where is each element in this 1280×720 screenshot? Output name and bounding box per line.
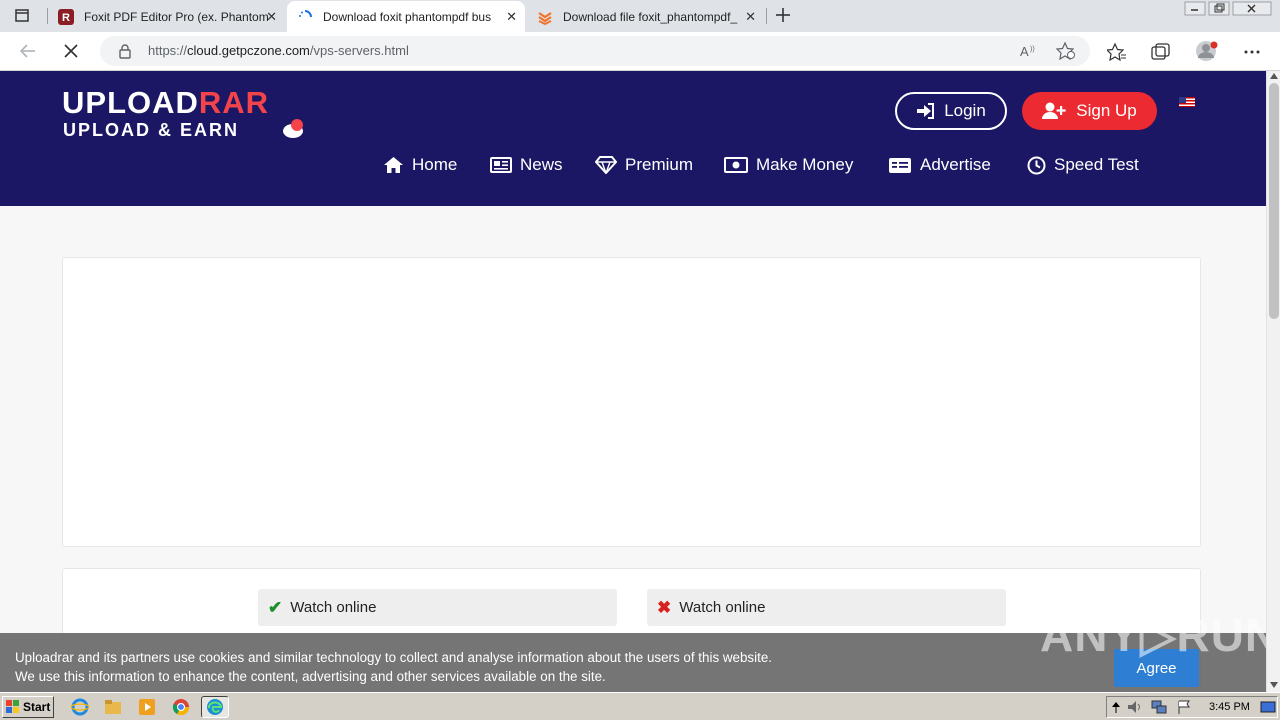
avatar-icon <box>1196 41 1218 61</box>
new-tab-button[interactable] <box>773 5 793 30</box>
home-icon <box>384 157 403 173</box>
nav-item-home[interactable]: Home <box>383 153 457 177</box>
taskbar-clock: 3:45 PM <box>1209 701 1250 713</box>
page-viewport: UPLOADRAR UPLOAD & EARN Login Sign Up Ho… <box>0 71 1266 692</box>
loading-icon <box>299 9 312 17</box>
browser-tab-bar: R Foxit PDF Editor Pro (ex. Phantom ✕ Do… <box>0 0 1280 32</box>
close-icon <box>1232 1 1272 16</box>
lock-icon <box>119 44 131 59</box>
newspaper-icon <box>490 157 512 173</box>
sign-in-icon <box>917 103 935 119</box>
taskbar: Start 3:45 PM <box>0 692 1280 720</box>
site-header: UPLOADRAR UPLOAD & EARN Login Sign Up Ho… <box>0 71 1266 206</box>
tab-title: Foxit PDF Editor Pro (ex. Phantom <box>84 9 269 24</box>
system-tray: 3:45 PM <box>1106 696 1278 718</box>
stack-icon <box>538 11 552 25</box>
logo-tagline: UPLOAD & EARN <box>63 120 240 140</box>
more-options-icon[interactable] <box>1243 49 1261 55</box>
ad-card-icon <box>889 157 911 173</box>
watch-online-unavailable[interactable]: ✖ Watch online <box>647 589 1006 626</box>
tab-actions-icon <box>15 9 29 22</box>
stop-loading-button[interactable] <box>62 42 80 65</box>
tab-download-file[interactable]: Download file foxit_phantompdf_ ✕ <box>527 1 764 32</box>
svg-text:R: R <box>62 12 70 24</box>
login-label: Login <box>944 101 986 120</box>
ie-icon[interactable] <box>70 698 90 716</box>
flag-icon[interactable] <box>1177 700 1191 714</box>
tab-close-icon[interactable]: ✕ <box>506 9 517 25</box>
foxit-icon: R <box>58 8 74 25</box>
watch-online-available[interactable]: ✔ Watch online <box>258 589 617 626</box>
cloud-badge-icon <box>283 119 303 138</box>
cookie-text: Uploadrar and its partners use cookies a… <box>15 650 772 684</box>
add-favorite-icon[interactable] <box>1056 42 1076 60</box>
tray-expand-icon[interactable] <box>1112 701 1120 713</box>
minimize-icon <box>1184 1 1206 16</box>
explorer-icon[interactable] <box>104 698 122 716</box>
nav-item-speed-test[interactable]: Speed Test <box>1027 153 1139 177</box>
profile-button[interactable] <box>1195 40 1219 67</box>
nav-item-make-money[interactable]: Make Money <box>724 153 853 177</box>
page-scrollbar[interactable] <box>1266 71 1280 692</box>
money-icon <box>724 157 748 173</box>
nav-item-premium[interactable]: Premium <box>595 153 693 177</box>
close-window-button[interactable] <box>1232 1 1272 22</box>
scroll-thumb[interactable] <box>1269 83 1279 319</box>
user-plus-icon <box>1042 102 1066 119</box>
start-button[interactable]: Start <box>2 696 54 718</box>
diamond-icon <box>595 156 617 174</box>
tab-title: Download file foxit_phantompdf_ <box>563 9 738 24</box>
stop-icon <box>64 44 78 58</box>
tab-close-icon[interactable]: ✕ <box>745 9 756 25</box>
windows-logo-icon <box>6 700 19 713</box>
address-bar: https://cloud.getpczone.com/vps-servers.… <box>0 32 1280 71</box>
edge-icon <box>207 699 223 715</box>
tab-download-foxit[interactable]: Download foxit phantompdf bus ✕ <box>287 1 525 32</box>
collections-icon[interactable] <box>1151 43 1171 61</box>
login-button[interactable]: Login <box>895 92 1007 130</box>
back-button[interactable] <box>18 42 38 65</box>
restore-icon <box>1208 1 1230 16</box>
url-text: https://cloud.getpczone.com/vps-servers.… <box>148 43 409 58</box>
restore-button[interactable] <box>1208 1 1230 22</box>
site-logo[interactable]: UPLOADRAR <box>62 85 269 121</box>
anyrun-watermark: ANY▷RUN <box>1040 609 1266 661</box>
volume-icon[interactable] <box>1127 700 1143 714</box>
network-icon[interactable] <box>1151 700 1167 714</box>
clock-icon <box>1027 156 1046 174</box>
plus-icon <box>776 8 790 22</box>
tab-close-icon[interactable]: ✕ <box>266 9 277 25</box>
ad-placeholder-card <box>62 257 1201 547</box>
watch-online-label: Watch online <box>679 599 766 616</box>
watch-online-label: Watch online <box>290 599 377 616</box>
nav-item-advertise[interactable]: Advertise <box>888 153 991 177</box>
url-field[interactable]: https://cloud.getpczone.com/vps-servers.… <box>100 36 1090 66</box>
scroll-down-icon[interactable] <box>1270 682 1278 688</box>
edge-taskbar-button[interactable] <box>201 696 229 718</box>
notification-icon[interactable] <box>1260 700 1276 714</box>
us-flag-icon[interactable] <box>1179 97 1195 107</box>
nav-item-news[interactable]: News <box>490 153 563 177</box>
read-aloud-icon[interactable]: A)) <box>1020 43 1038 59</box>
tab-title: Download foxit phantompdf bus <box>323 9 492 24</box>
check-icon: ✔ <box>268 597 283 617</box>
scroll-up-icon[interactable] <box>1270 73 1278 79</box>
signup-label: Sign Up <box>1076 101 1137 120</box>
signup-button[interactable]: Sign Up <box>1022 92 1157 130</box>
svg-text:A: A <box>1020 44 1029 59</box>
arrow-left-icon <box>19 44 35 58</box>
tab-foxit-editor[interactable]: R Foxit PDF Editor Pro (ex. Phantom ✕ <box>50 1 285 32</box>
tab-actions-button[interactable] <box>10 4 32 26</box>
chrome-icon[interactable] <box>172 698 190 716</box>
svg-text:)): )) <box>1030 46 1035 53</box>
media-player-icon[interactable] <box>138 698 156 716</box>
favorites-icon[interactable] <box>1107 43 1127 61</box>
cross-icon: ✖ <box>657 597 672 617</box>
minimize-button[interactable] <box>1184 1 1206 22</box>
